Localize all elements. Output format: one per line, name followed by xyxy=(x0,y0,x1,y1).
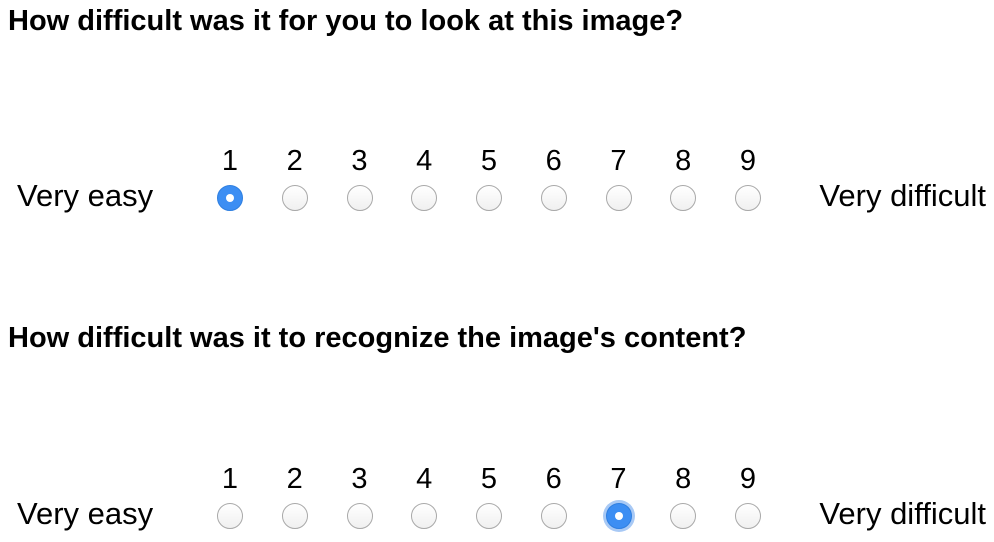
question-2-low-label: Very easy xyxy=(17,496,154,531)
radio-button[interactable] xyxy=(217,503,243,529)
option-number-label: 7 xyxy=(610,463,627,495)
question-1-high-label: Very difficult xyxy=(819,178,986,213)
radio-button[interactable] xyxy=(735,185,761,211)
question-1-option-8[interactable]: 8 xyxy=(663,142,703,222)
question-2-option-3[interactable]: 3 xyxy=(340,460,380,540)
radio-button[interactable] xyxy=(411,185,438,211)
question-1-option-2[interactable]: 2 xyxy=(275,142,315,222)
question-1-rating-scale: Very easy 1 2 3 4 5 6 7 8 9 Very difficult xyxy=(0,142,994,222)
question-1-low-label: Very easy xyxy=(17,178,154,213)
option-number-label: 8 xyxy=(675,145,692,177)
radio-button[interactable] xyxy=(476,503,502,529)
radio-button[interactable] xyxy=(346,185,373,211)
option-number-label: 1 xyxy=(221,463,239,495)
option-number-label: 3 xyxy=(351,145,368,177)
option-number-label: 3 xyxy=(351,463,368,495)
option-number-label: 6 xyxy=(545,463,562,495)
question-2-option-4[interactable]: 4 xyxy=(404,460,444,540)
question-2-high-label: Very difficult xyxy=(819,496,986,531)
question-2-option-9[interactable]: 9 xyxy=(728,460,768,540)
option-number-label: 9 xyxy=(739,145,757,177)
option-number-label: 8 xyxy=(675,463,692,495)
option-number-label: 1 xyxy=(221,145,239,177)
question-2-option-7[interactable]: 7 xyxy=(599,460,639,540)
question-1-option-6[interactable]: 6 xyxy=(534,142,574,222)
question-2-option-2[interactable]: 2 xyxy=(275,460,315,540)
question-2-option-8[interactable]: 8 xyxy=(663,460,703,540)
radio-button[interactable] xyxy=(346,503,373,529)
question-1-option-1[interactable]: 1 xyxy=(210,142,250,222)
radio-button[interactable] xyxy=(735,503,761,529)
option-number-label: 7 xyxy=(610,145,627,177)
radio-button[interactable] xyxy=(540,185,567,211)
radio-button[interactable] xyxy=(670,185,697,211)
radio-button[interactable] xyxy=(540,503,567,529)
radio-button[interactable] xyxy=(411,503,438,529)
option-number-label: 9 xyxy=(739,463,757,495)
question-1-option-9[interactable]: 9 xyxy=(728,142,768,222)
option-number-label: 2 xyxy=(286,463,303,495)
question-2-rating-scale: Very easy 1 2 3 4 5 6 7 8 9 Very difficult xyxy=(0,460,994,540)
radio-button[interactable] xyxy=(281,185,308,211)
radio-button[interactable] xyxy=(217,185,243,211)
question-2-option-1[interactable]: 1 xyxy=(210,460,250,540)
question-1-title: How difficult was it for you to look at … xyxy=(8,5,684,37)
radio-button[interactable] xyxy=(605,185,632,211)
question-2-option-6[interactable]: 6 xyxy=(534,460,574,540)
option-number-label: 4 xyxy=(416,145,433,177)
question-1-option-5[interactable]: 5 xyxy=(469,142,509,222)
question-2-option-5[interactable]: 5 xyxy=(469,460,509,540)
radio-button[interactable] xyxy=(670,503,697,529)
option-number-label: 5 xyxy=(480,145,498,177)
radio-button[interactable] xyxy=(605,503,632,529)
option-number-label: 6 xyxy=(545,145,562,177)
radio-button[interactable] xyxy=(476,185,502,211)
option-number-label: 4 xyxy=(416,463,433,495)
option-number-label: 5 xyxy=(480,463,498,495)
option-number-label: 2 xyxy=(286,145,303,177)
radio-button[interactable] xyxy=(281,503,308,529)
question-1-option-3[interactable]: 3 xyxy=(340,142,380,222)
question-1-option-7[interactable]: 7 xyxy=(599,142,639,222)
question-2-title: How difficult was it to recognize the im… xyxy=(8,322,747,354)
question-1-option-4[interactable]: 4 xyxy=(404,142,444,222)
